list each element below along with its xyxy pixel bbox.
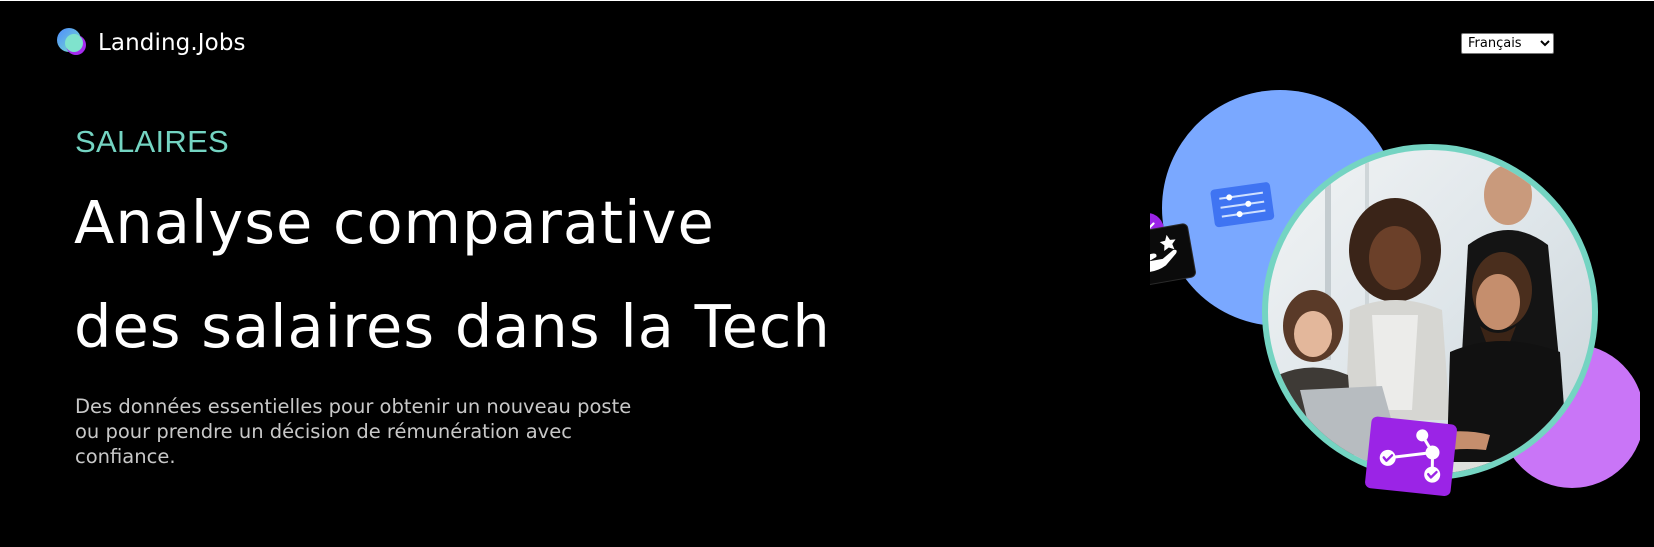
- hero-description: Des données essentielles pour obtenir un…: [75, 395, 632, 468]
- network-check-icon: [1365, 416, 1457, 497]
- page-title-line-2: des salaires dans la Tech: [74, 292, 831, 361]
- hero-illustration: [1150, 90, 1640, 530]
- top-border: [0, 0, 1654, 1]
- language-select[interactable]: Français: [1461, 33, 1554, 54]
- page-title-line-1: Analyse comparative: [74, 188, 715, 257]
- page-title: Analyse comparative des salaires dans la…: [74, 171, 831, 379]
- logo-text: Landing.Jobs: [98, 30, 246, 56]
- logo-mark-icon: [56, 26, 90, 60]
- section-eyebrow: SALAIRES: [75, 124, 230, 159]
- landing-jobs-logo[interactable]: Landing.Jobs: [56, 26, 246, 60]
